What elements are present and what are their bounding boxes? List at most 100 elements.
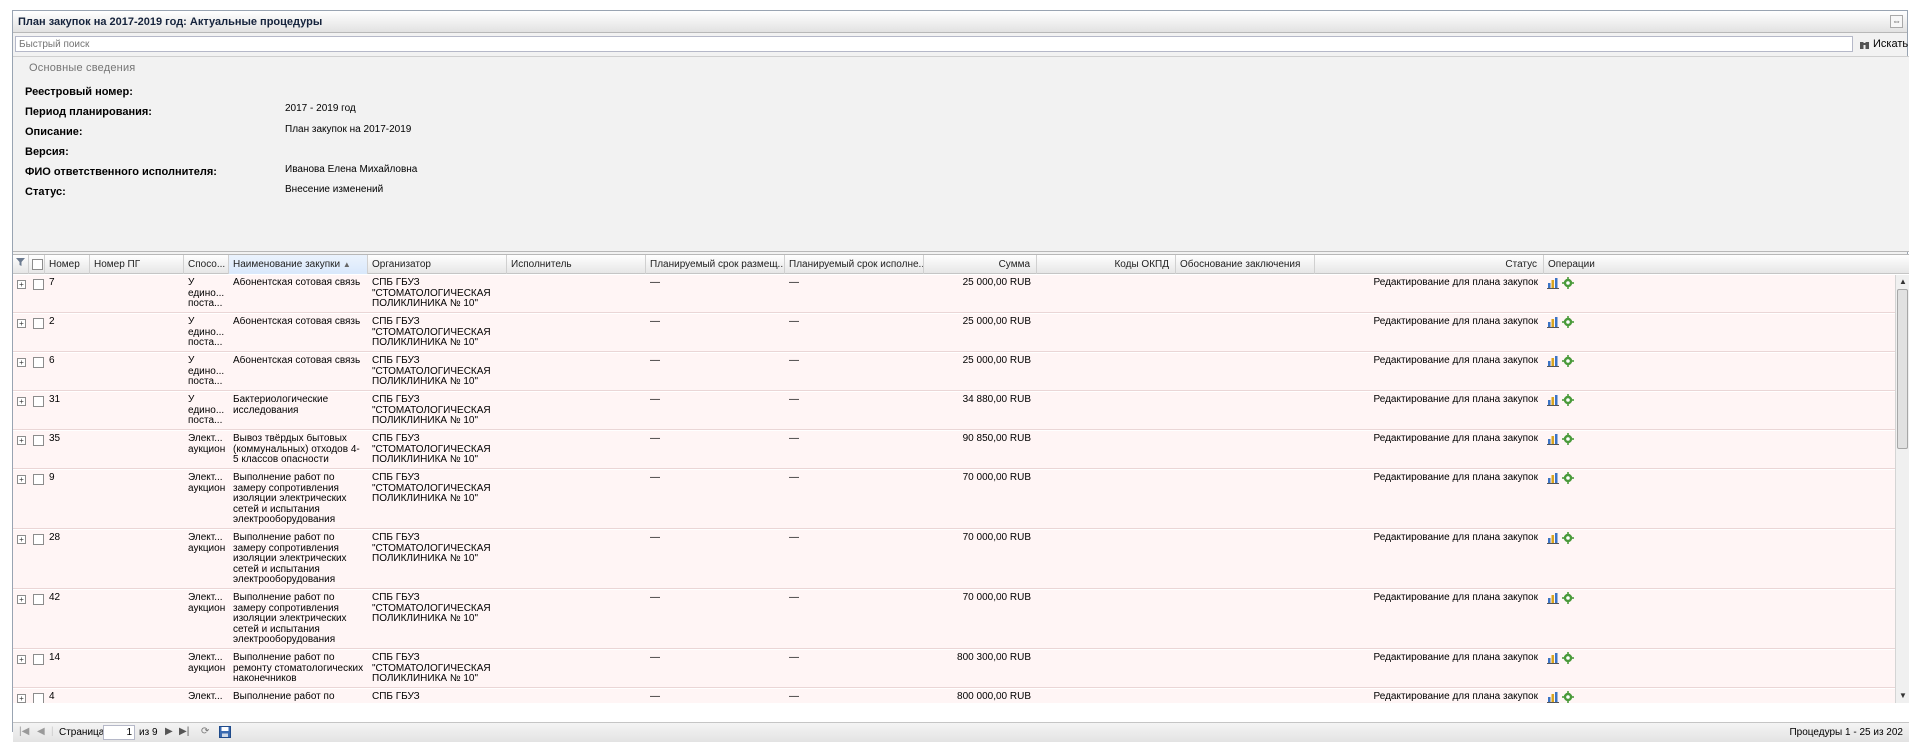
gear-icon[interactable]: [1562, 394, 1574, 406]
cell-status: Редактирование для плана закупок: [1373, 356, 1538, 366]
cell-execution-date: —: [789, 473, 799, 483]
row-operations: [1547, 316, 1574, 328]
expand-row-icon[interactable]: +: [17, 436, 26, 445]
chart-icon[interactable]: [1547, 355, 1559, 367]
column-pg-number[interactable]: Номер ПГ: [90, 255, 184, 274]
cell-number: 9: [49, 473, 55, 483]
chart-icon[interactable]: [1547, 472, 1559, 484]
chart-icon[interactable]: [1547, 394, 1559, 406]
first-page-icon[interactable]: |◀: [19, 726, 29, 737]
chart-icon[interactable]: [1547, 433, 1559, 445]
search-button[interactable]: Искать: [1859, 36, 1908, 52]
cell-name: Выполнение работ по замеру сопротивления…: [233, 593, 347, 645]
row-checkbox[interactable]: [33, 693, 44, 703]
column-placement-date[interactable]: Планируемый срок размещ...: [646, 255, 785, 274]
expand-row-icon[interactable]: +: [17, 655, 26, 664]
expand-row-icon[interactable]: +: [17, 358, 26, 367]
row-checkbox[interactable]: [33, 318, 44, 329]
row-checkbox[interactable]: [33, 474, 44, 485]
cell-method: Элект... аукцион: [188, 593, 226, 614]
row-checkbox[interactable]: [33, 396, 44, 407]
cell-status: Редактирование для плана закупок: [1373, 278, 1538, 288]
expand-row-icon[interactable]: +: [17, 475, 26, 484]
chart-icon[interactable]: [1547, 316, 1559, 328]
table-row[interactable]: +7 У едино... поста... Абонентская сотовая…: [13, 275, 1895, 313]
column-status[interactable]: Статус: [1315, 255, 1544, 274]
field-value: 2017 - 2019 год: [285, 103, 356, 114]
chart-icon[interactable]: [1547, 277, 1559, 289]
vertical-scrollbar[interactable]: ▲ ▼: [1895, 275, 1909, 703]
next-page-icon[interactable]: ▶: [165, 726, 173, 737]
table-row[interactable]: +31 У едино... поста... Бактериологические…: [13, 392, 1895, 430]
expand-row-icon[interactable]: +: [17, 535, 26, 544]
gear-icon[interactable]: [1562, 433, 1574, 445]
row-checkbox[interactable]: [33, 357, 44, 368]
divider: [13, 251, 1909, 252]
cell-name: Вывоз твёрдых бытовых (коммунальных) отх…: [233, 434, 360, 465]
chart-icon[interactable]: [1547, 652, 1559, 664]
cell-number: 42: [49, 593, 61, 603]
column-operations[interactable]: Операции: [1544, 255, 1909, 274]
table-row[interactable]: +42 Элект... аукцион Выполнение работ по з…: [13, 590, 1895, 649]
cell-sum: 70 000,00 RUB: [962, 593, 1031, 603]
scroll-thumb[interactable]: [1897, 289, 1908, 449]
cell-execution-date: —: [789, 434, 799, 444]
cell-execution-date: —: [789, 593, 799, 603]
column-executor[interactable]: Исполнитель: [507, 255, 646, 274]
field-value: Внесение изменений: [285, 184, 384, 195]
expand-row-icon[interactable]: +: [17, 397, 26, 406]
chart-icon[interactable]: [1547, 532, 1559, 544]
clear-filter-icon[interactable]: [13, 255, 29, 274]
column-method[interactable]: Спосо...: [184, 255, 229, 274]
table-row[interactable]: +9 Элект... аукцион Выполнение работ по за…: [13, 470, 1895, 529]
cell-placement-date: —: [650, 653, 660, 663]
row-operations: [1547, 472, 1574, 484]
table-row[interactable]: +14 Элект... аукцион Выполнение работ по р…: [13, 650, 1895, 688]
expand-row-icon[interactable]: +: [17, 694, 26, 703]
table-row[interactable]: +2 У едино... поста... Абонентская сотовая…: [13, 314, 1895, 352]
column-okpd[interactable]: Коды ОКПД: [1037, 255, 1176, 274]
row-checkbox[interactable]: [33, 594, 44, 605]
quick-search-input[interactable]: [15, 36, 1853, 52]
gear-icon[interactable]: [1562, 355, 1574, 367]
gear-icon[interactable]: [1562, 316, 1574, 328]
column-sum[interactable]: Сумма: [924, 255, 1037, 274]
column-execution-date[interactable]: Планируемый срок исполне...: [785, 255, 924, 274]
expand-row-icon[interactable]: +: [17, 595, 26, 604]
scroll-up-icon[interactable]: ▲: [1898, 277, 1908, 287]
column-justification[interactable]: Обоснование заключения: [1176, 255, 1315, 274]
column-name[interactable]: Наименование закупки ▲: [229, 255, 368, 274]
chart-icon[interactable]: [1547, 592, 1559, 604]
row-checkbox[interactable]: [33, 654, 44, 665]
row-checkbox[interactable]: [33, 534, 44, 545]
restore-icon[interactable]: ⇔: [1890, 15, 1903, 28]
column-number[interactable]: Номер: [45, 255, 90, 274]
gear-icon[interactable]: [1562, 532, 1574, 544]
cell-method: Элект... аукцион: [188, 533, 226, 554]
gear-icon[interactable]: [1562, 592, 1574, 604]
expand-row-icon[interactable]: +: [17, 280, 26, 289]
page-number-input[interactable]: [103, 725, 135, 740]
table-row[interactable]: +4 Элект... аукцион Выполнение работ по ре…: [13, 689, 1895, 703]
cell-organizer: СПБ ГБУЗ "СТОМАТОЛОГИЧЕСКАЯ ПОЛИКЛИНИКА …: [372, 473, 491, 504]
last-page-icon[interactable]: ▶|: [179, 726, 189, 737]
row-checkbox[interactable]: [33, 279, 44, 290]
refresh-icon[interactable]: ⟳: [201, 726, 209, 737]
row-checkbox[interactable]: [33, 435, 44, 446]
field-planning-period: Период планирования: 2017 - 2019 год: [25, 103, 1025, 120]
select-all-checkbox[interactable]: [29, 255, 45, 274]
expand-row-icon[interactable]: +: [17, 319, 26, 328]
cell-status: Редактирование для плана закупок: [1373, 434, 1538, 444]
table-row[interactable]: +6 У едино... поста... Абонентская сотовая…: [13, 353, 1895, 391]
table-row[interactable]: +28 Элект... аукцион Выполнение работ по з…: [13, 530, 1895, 589]
gear-icon[interactable]: [1562, 691, 1574, 703]
prev-page-icon[interactable]: ◀: [37, 726, 45, 737]
chart-icon[interactable]: [1547, 691, 1559, 703]
scroll-down-icon[interactable]: ▼: [1898, 691, 1908, 701]
table-row[interactable]: +35 Элект... аукцион Вывоз твёрдых бытовых…: [13, 431, 1895, 469]
gear-icon[interactable]: [1562, 652, 1574, 664]
gear-icon[interactable]: [1562, 472, 1574, 484]
gear-icon[interactable]: [1562, 277, 1574, 289]
cell-number: 7: [49, 278, 55, 288]
column-organizer[interactable]: Организатор: [368, 255, 507, 274]
